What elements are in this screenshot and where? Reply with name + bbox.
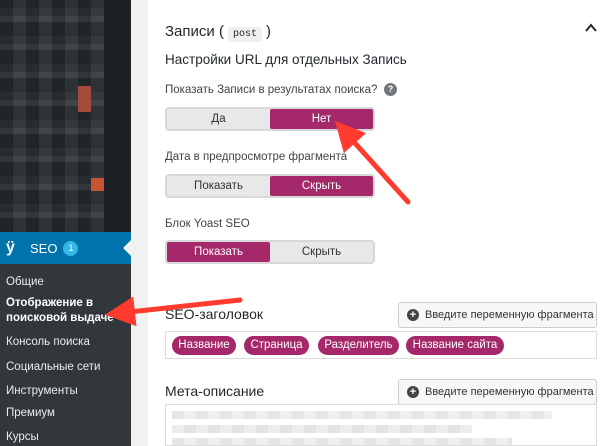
date-preview-label: Дата в предпросмотре фрагмента xyxy=(165,151,348,163)
panel-title: Записи (post) xyxy=(165,23,271,42)
submenu-item-search-console[interactable]: Консоль поиска xyxy=(6,335,90,350)
notification-badge: 1 xyxy=(63,240,79,256)
plus-icon: + xyxy=(407,386,419,398)
toggle-option-hide[interactable]: Скрыть xyxy=(270,176,373,196)
insert-variable-button[interactable]: + Введите переменную фрагмента xyxy=(398,379,597,405)
snippet-tag[interactable]: Разделитель xyxy=(318,336,399,355)
post-type-code: post xyxy=(227,27,262,42)
help-icon[interactable]: ? xyxy=(384,83,397,96)
admin-sidebar: ÿ SEO 1 Общие Отображение в поисковой вы… xyxy=(0,0,131,446)
submenu-item-social[interactable]: Социальные сети xyxy=(6,360,100,375)
submenu-item-general[interactable]: Общие xyxy=(6,275,44,290)
submenu-item-courses[interactable]: Курсы xyxy=(6,430,39,445)
yoast-block-label: Блок Yoast SEO xyxy=(165,218,250,230)
meta-description-label: Мета-описание xyxy=(165,383,265,399)
toggle-option-show[interactable]: Показать xyxy=(167,242,270,262)
blurred-text xyxy=(172,438,512,445)
show-in-search-label: Показать Записи в результатах поиска? xyxy=(165,84,378,96)
toggle-option-hide[interactable]: Скрыть xyxy=(270,242,373,262)
pixelated-menu-area xyxy=(0,0,131,232)
yoast-block-toggle: Показать Скрыть xyxy=(165,240,375,264)
url-settings-heading: Настройки URL для отдельных Запись xyxy=(165,52,407,67)
submenu-item-tools[interactable]: Инструменты xyxy=(6,384,78,399)
submenu-item-search-appearance[interactable]: Отображение в поисковой выдаче xyxy=(6,296,116,326)
chevron-up-icon[interactable] xyxy=(584,21,598,35)
seo-submenu: Общие Отображение в поисковой выдаче Кон… xyxy=(0,264,131,446)
snippet-tag[interactable]: Название сайта xyxy=(406,336,504,355)
insert-variable-button[interactable]: + Введите переменную фрагмента xyxy=(398,302,597,328)
seo-title-field[interactable]: Название Страница Разделитель Название с… xyxy=(165,331,597,359)
plus-icon: + xyxy=(407,309,419,321)
toggle-option-no[interactable]: Нет xyxy=(270,109,373,129)
seo-title-label: SEO-заголовок xyxy=(165,306,264,322)
blurred-text xyxy=(172,411,552,419)
snippet-tag[interactable]: Название xyxy=(172,336,236,355)
snippet-tag[interactable]: Страница xyxy=(244,336,309,355)
show-in-search-toggle: Да Нет xyxy=(165,107,375,131)
toggle-option-yes[interactable]: Да xyxy=(167,109,270,129)
seo-menu-item[interactable]: ÿ SEO 1 xyxy=(0,232,131,264)
blurred-text xyxy=(172,425,472,433)
meta-description-field[interactable] xyxy=(165,404,597,446)
seo-menu-label: SEO xyxy=(30,240,58,256)
date-preview-toggle: Показать Скрыть xyxy=(165,174,375,198)
settings-panel: Записи (post) Настройки URL для отдельны… xyxy=(148,0,613,446)
submenu-item-premium[interactable]: Премиум xyxy=(6,406,55,421)
toggle-option-show[interactable]: Показать xyxy=(167,176,270,196)
yoast-icon: ÿ xyxy=(6,239,15,256)
